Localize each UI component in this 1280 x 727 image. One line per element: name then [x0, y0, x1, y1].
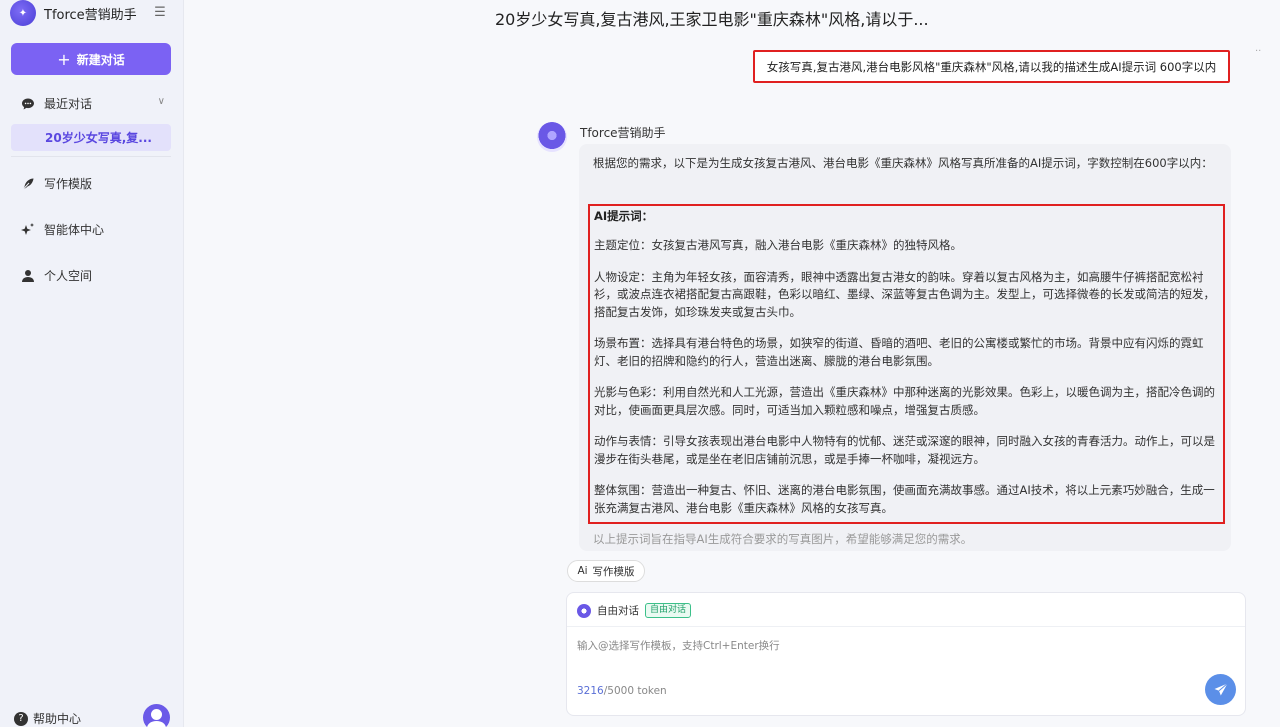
sidebar: ✦ Tforce营销助手 ☰ + 新建对话 最近对话 ∨ 20岁少女写真,复..…	[0, 0, 184, 727]
new-chat-button[interactable]: + 新建对话	[11, 43, 171, 75]
user-icon	[20, 268, 36, 284]
avatar-body	[147, 721, 166, 727]
sidebar-item-recent[interactable]: 最近对话 ∨	[20, 95, 165, 112]
bot-name: Tforce营销助手	[580, 126, 666, 140]
send-icon	[1214, 682, 1228, 695]
recent-conversation-item[interactable]: 20岁少女写真,复...	[11, 124, 171, 151]
sidebar-divider	[11, 156, 171, 157]
sidebar-item-label: 个人空间	[44, 269, 93, 283]
bot-outro-text: 以上提示词旨在指导AI生成符合要求的写真图片，希望能够满足您的需求。	[593, 532, 973, 546]
send-button[interactable]	[1205, 674, 1236, 705]
feather-icon	[20, 176, 36, 192]
message-input[interactable]	[577, 640, 1177, 652]
chevron-down-icon[interactable]: ∨	[158, 96, 165, 107]
new-chat-label: 新建对话	[76, 52, 125, 67]
chat-mode-selector[interactable]: 自由对话 自由对话	[577, 603, 692, 618]
sidebar-item-agent-center[interactable]: 智能体中心	[20, 221, 104, 238]
mode-badge: 自由对话	[645, 603, 692, 618]
avatar-head	[151, 709, 162, 720]
prompt-paragraph: 整体氛围：营造出一种复古、怀旧、迷离的港台电影氛围，使画面充满故事感。通过AI技…	[594, 483, 1215, 515]
help-icon: ?	[14, 711, 28, 726]
mode-label: 自由对话	[597, 605, 639, 617]
page-title: 20岁少女写真,复古港风,王家卫电影"重庆森林"风格,请以于...	[495, 10, 929, 29]
avatar[interactable]	[143, 704, 170, 727]
ai-prompt-block: AI提示词： 主题定位：女孩复古港风写真，融入港台电影《重庆森林》的独特风格。 …	[588, 204, 1225, 524]
token-counter: 3216/5000 token	[577, 685, 667, 697]
sidebar-item-label: 写作模版	[44, 177, 93, 191]
app-logo-icon: ✦	[10, 0, 36, 26]
token-total: /5000 token	[603, 685, 667, 697]
sparkle-icon	[20, 222, 36, 238]
help-center-link[interactable]: ? 帮助中心	[14, 710, 81, 727]
composer: 自由对话 自由对话 3216/5000 token	[566, 592, 1246, 716]
collapse-sidebar-icon[interactable]: ☰	[152, 5, 168, 21]
sidebar-item-personal-space[interactable]: 个人空间	[20, 267, 92, 284]
ai-icon: Ai	[577, 565, 588, 577]
writing-template-chip[interactable]: Ai 写作模版	[567, 560, 645, 582]
mode-icon	[577, 603, 591, 618]
plus-icon: +	[57, 49, 71, 69]
sidebar-item-label: 智能体中心	[44, 223, 105, 237]
prompt-paragraph: 光影与色彩：利用自然光和人工光源，营造出《重庆森林》中那种迷离的光影效果。色彩上…	[594, 385, 1215, 417]
bot-intro-text: 根据您的需求，以下是为生成女孩复古港风、港台电影《重庆森林》风格写真所准备的AI…	[593, 156, 1213, 170]
token-used: 3216	[577, 685, 604, 697]
template-chip-label: 写作模版	[592, 565, 635, 578]
prompt-heading: AI提示词：	[594, 209, 654, 223]
prompt-paragraph: 主题定位：女孩复古港风写真，融入港台电影《重庆森林》的独特风格。	[594, 238, 962, 252]
sidebar-item-writing-template[interactable]: 写作模版	[20, 175, 92, 192]
sidebar-item-label: 最近对话	[44, 97, 93, 111]
user-message: 女孩写真,复古港风,港台电影风格"重庆森林"风格,请以我的描述生成AI提示词 6…	[753, 50, 1230, 83]
brand[interactable]: ✦ Tforce营销助手	[10, 0, 137, 26]
prompt-paragraph: 动作与表情：引导女孩表现出港台电影中人物特有的忧郁、迷茫或深邃的眼神，同时融入女…	[594, 434, 1215, 466]
composer-divider	[567, 626, 1245, 627]
prompt-paragraph: 场景布置：选择具有港台特色的场景，如狭窄的街道、昏暗的酒吧、老旧的公寓楼或繁忙的…	[594, 336, 1204, 368]
more-icon[interactable]: ··	[1255, 46, 1261, 57]
chat-bubble-icon	[20, 96, 36, 112]
help-label: 帮助中心	[33, 712, 82, 726]
bot-avatar-icon	[537, 122, 567, 152]
app-name: Tforce营销助手	[44, 7, 137, 23]
prompt-paragraph: 人物设定：主角为年轻女孩，面容清秀，眼神中透露出复古港女的韵味。穿着以复古风格为…	[594, 269, 1215, 319]
